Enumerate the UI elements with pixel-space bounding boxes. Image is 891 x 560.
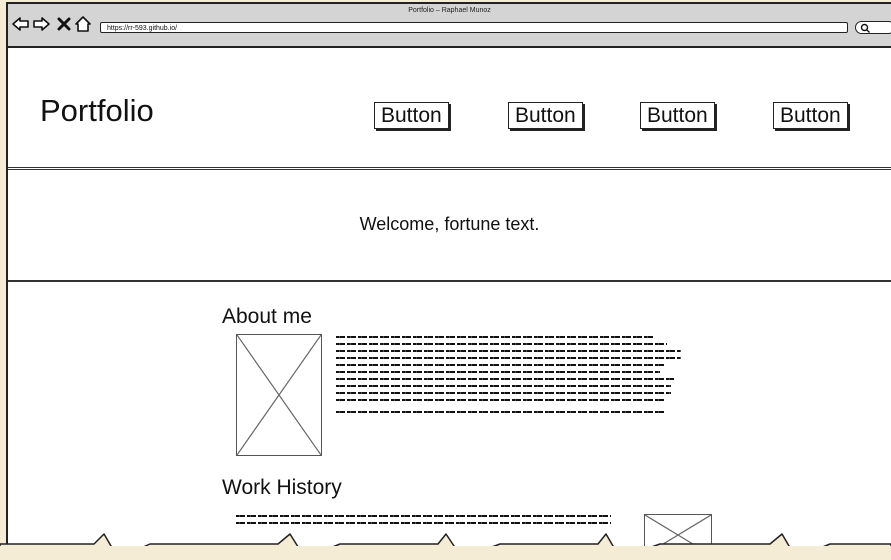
nav-button-2[interactable]: Button: [508, 102, 583, 129]
back-arrow-icon[interactable]: [12, 16, 32, 34]
browser-toolbar: Portfolio – Raphael Munoz https://rr-593…: [8, 4, 891, 48]
forward-arrow-icon[interactable]: [32, 16, 52, 34]
hero-text: Welcome, fortune text.: [359, 214, 540, 234]
nav-button-1[interactable]: Button: [374, 102, 449, 129]
work-text-placeholder: [236, 515, 611, 529]
browser-window: Portfolio – Raphael Munoz https://rr-593…: [6, 2, 891, 550]
torn-paper-edge: [0, 533, 891, 560]
url-input[interactable]: https://rr-593.github.io/: [100, 22, 848, 33]
about-image-placeholder: [236, 334, 322, 456]
work-history-title: Work History: [222, 476, 342, 499]
nav-button-4[interactable]: Button: [773, 102, 848, 129]
nav-button-3[interactable]: Button: [640, 102, 715, 129]
site-header: Portfolio Button Button Button Button: [8, 49, 891, 170]
home-icon[interactable]: [74, 16, 94, 34]
hero-banner: Welcome, fortune text.: [8, 170, 891, 282]
stop-x-icon[interactable]: [56, 16, 76, 34]
search-field[interactable]: [855, 21, 891, 34]
search-icon: [860, 23, 870, 33]
window-title: Portfolio – Raphael Munoz: [408, 7, 491, 14]
about-title: About me: [222, 305, 312, 328]
site-logo[interactable]: Portfolio: [40, 93, 154, 129]
about-text-placeholder: [336, 336, 681, 418]
